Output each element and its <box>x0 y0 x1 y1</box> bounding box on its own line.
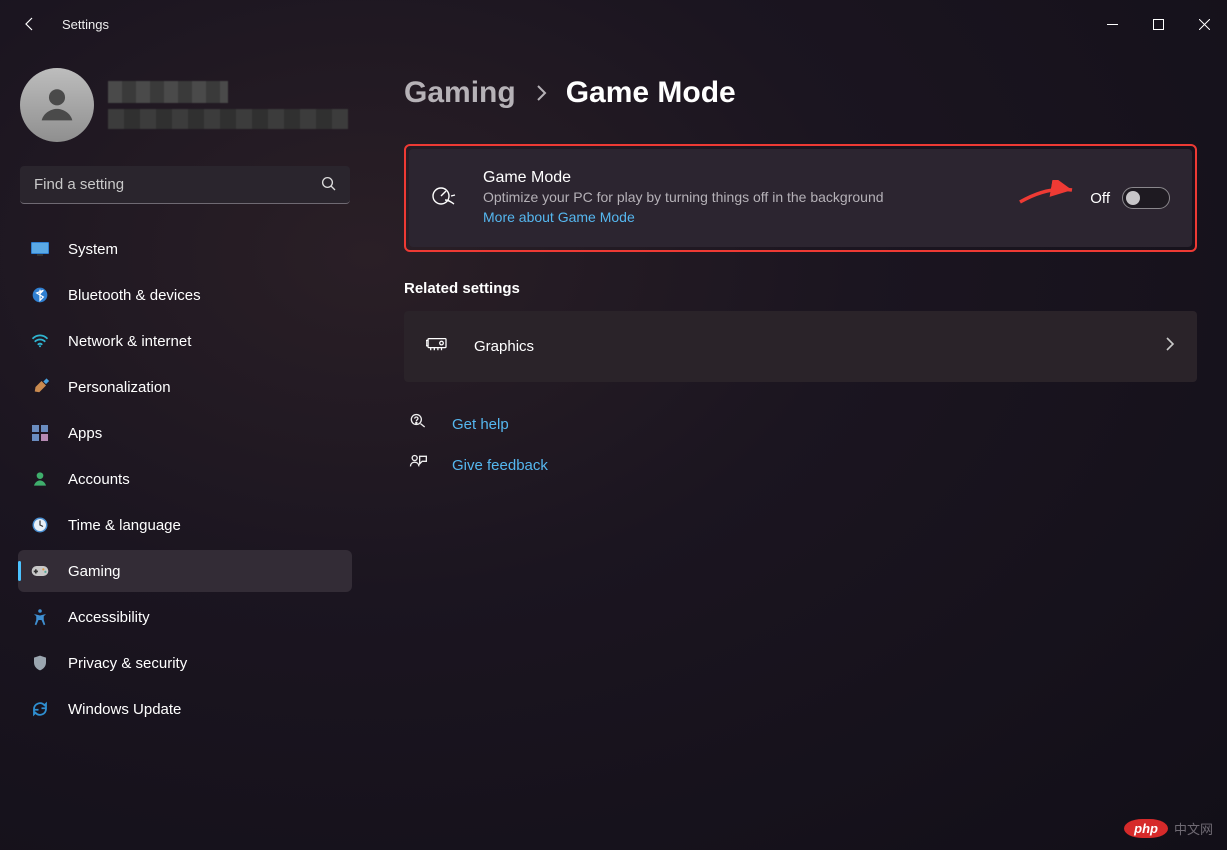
profile-section[interactable] <box>18 68 352 142</box>
avatar <box>20 68 94 142</box>
sidebar-item-label: Bluetooth & devices <box>68 287 201 304</box>
give-feedback-row: Give feedback <box>404 453 1197 478</box>
back-button[interactable] <box>18 12 42 36</box>
get-help-link[interactable]: Get help <box>452 416 509 433</box>
breadcrumb-parent[interactable]: Gaming <box>404 76 516 110</box>
card-description: Optimize your PC for play by turning thi… <box>483 189 1066 205</box>
sidebar-item-privacy[interactable]: Privacy & security <box>18 642 352 684</box>
sidebar-item-accounts[interactable]: Accounts <box>18 458 352 500</box>
sidebar-item-label: System <box>68 241 118 258</box>
update-icon <box>30 699 50 719</box>
chevron-right-icon <box>534 76 548 110</box>
close-button[interactable] <box>1181 8 1227 40</box>
sidebar-item-bluetooth[interactable]: Bluetooth & devices <box>18 274 352 316</box>
sidebar-item-label: Personalization <box>68 379 171 396</box>
close-icon <box>1199 19 1210 30</box>
feedback-icon <box>408 453 428 478</box>
card-title: Game Mode <box>483 169 1066 187</box>
game-mode-icon <box>431 186 459 211</box>
accessibility-icon <box>30 607 50 627</box>
get-help-row: Get help <box>404 412 1197 437</box>
sidebar-item-system[interactable]: System <box>18 228 352 270</box>
search-box <box>20 166 350 204</box>
sidebar-item-time[interactable]: Time & language <box>18 504 352 546</box>
breadcrumb: Gaming Game Mode <box>404 76 1197 110</box>
sidebar-item-label: Accounts <box>68 471 130 488</box>
person-icon <box>30 469 50 489</box>
list-item-label: Graphics <box>474 338 1139 355</box>
clock-icon <box>30 515 50 535</box>
sidebar-item-personalization[interactable]: Personalization <box>18 366 352 408</box>
titlebar: Settings <box>0 0 1227 48</box>
toggle-state-label: Off <box>1090 190 1110 207</box>
minimize-icon <box>1107 19 1118 30</box>
sidebar-item-label: Gaming <box>68 563 121 580</box>
monitor-icon <box>30 239 50 259</box>
search-input[interactable] <box>20 166 350 204</box>
annotation-box: Game Mode Optimize your PC for play by t… <box>404 144 1197 252</box>
gamepad-icon <box>30 561 50 581</box>
graphics-icon <box>426 335 448 358</box>
profile-name <box>108 81 228 103</box>
person-icon <box>34 82 80 128</box>
minimize-button[interactable] <box>1089 8 1135 40</box>
toggle-knob <box>1126 191 1140 205</box>
sidebar-item-apps[interactable]: Apps <box>18 412 352 454</box>
sidebar-item-label: Privacy & security <box>68 655 187 672</box>
arrow-left-icon <box>22 16 38 32</box>
game-mode-toggle[interactable] <box>1122 187 1170 209</box>
sidebar-item-label: Network & internet <box>68 333 191 350</box>
window-controls <box>1089 8 1227 40</box>
sidebar-item-gaming[interactable]: Gaming <box>18 550 352 592</box>
nav-list: System Bluetooth & devices Network & int… <box>18 228 352 730</box>
sidebar-item-update[interactable]: Windows Update <box>18 688 352 730</box>
main-content: Gaming Game Mode Game Mode Optimize your… <box>360 48 1227 850</box>
wifi-icon <box>30 331 50 351</box>
brush-icon <box>30 377 50 397</box>
profile-email <box>108 109 348 129</box>
search-icon <box>320 175 338 198</box>
sidebar-item-accessibility[interactable]: Accessibility <box>18 596 352 638</box>
sidebar-item-label: Time & language <box>68 517 181 534</box>
php-badge: php <box>1124 819 1168 838</box>
sidebar-item-label: Apps <box>68 425 102 442</box>
sidebar-item-label: Accessibility <box>68 609 150 626</box>
give-feedback-link[interactable]: Give feedback <box>452 457 548 474</box>
breadcrumb-current: Game Mode <box>566 76 736 110</box>
shield-icon <box>30 653 50 673</box>
watermark: php 中文网 <box>1124 819 1213 838</box>
sidebar: System Bluetooth & devices Network & int… <box>0 48 360 850</box>
chevron-right-icon <box>1165 336 1175 357</box>
graphics-item[interactable]: Graphics <box>404 311 1197 382</box>
sidebar-item-network[interactable]: Network & internet <box>18 320 352 362</box>
help-icon <box>408 412 428 437</box>
bluetooth-icon <box>30 285 50 305</box>
more-about-link[interactable]: More about Game Mode <box>483 209 635 225</box>
related-heading: Related settings <box>404 280 1197 297</box>
game-mode-card: Game Mode Optimize your PC for play by t… <box>409 149 1192 247</box>
apps-icon <box>30 423 50 443</box>
app-title: Settings <box>62 17 109 32</box>
watermark-text: 中文网 <box>1174 819 1213 838</box>
maximize-button[interactable] <box>1135 8 1181 40</box>
sidebar-item-label: Windows Update <box>68 701 181 718</box>
maximize-icon <box>1153 19 1164 30</box>
